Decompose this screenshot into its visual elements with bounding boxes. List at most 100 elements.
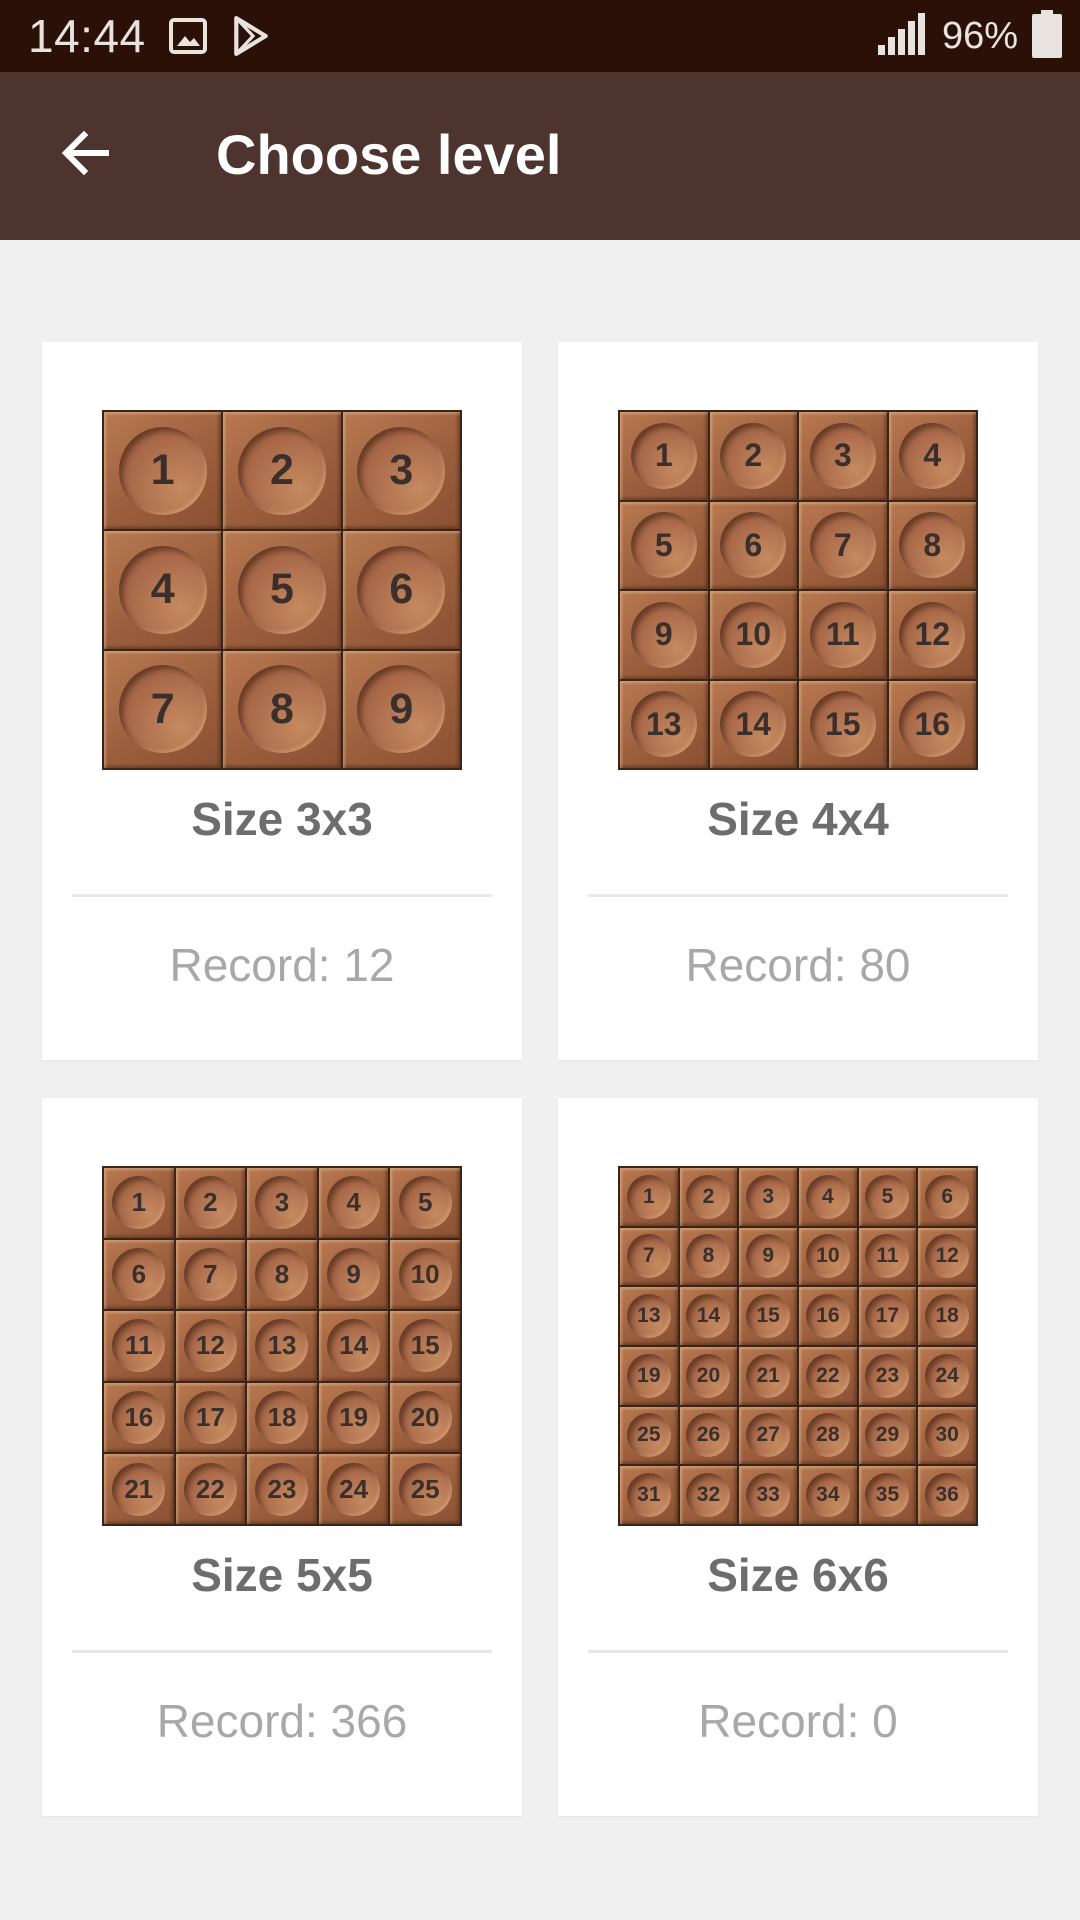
level-size-label: Size 3x3 (191, 793, 373, 845)
puzzle-tile: 8 (679, 1227, 738, 1286)
puzzle-tile: 5 (858, 1168, 917, 1226)
puzzle-tile: 30 (918, 1406, 976, 1465)
puzzle-tile: 8 (223, 650, 341, 768)
puzzle-tile: 20 (390, 1382, 460, 1453)
puzzle-tile: 21 (739, 1347, 797, 1405)
puzzle-preview: 1 2 3 4 5 6 7 8 9 10 11 12 13 14 15 16 (618, 410, 978, 770)
play-store-icon (230, 15, 272, 57)
puzzle-tile: 18 (918, 1287, 976, 1345)
puzzle-tile: 22 (799, 1347, 857, 1405)
puzzle-tile: 23 (247, 1454, 317, 1524)
puzzle-tile: 28 (799, 1406, 857, 1465)
puzzle-tile: 36 (918, 1466, 976, 1524)
puzzle-tile: 17 (175, 1382, 246, 1453)
puzzle-tile: 4 (888, 412, 976, 500)
level-size-label: Size 6x6 (707, 1549, 889, 1601)
puzzle-tile: 17 (858, 1287, 917, 1345)
puzzle-tile: 35 (858, 1466, 917, 1524)
puzzle-tile: 7 (620, 1227, 678, 1286)
puzzle-tile: 15 (799, 680, 887, 768)
puzzle-tile: 10 (799, 1227, 857, 1286)
puzzle-tile: 4 (104, 531, 222, 649)
puzzle-tile: 1 (620, 1168, 678, 1226)
puzzle-tile: 26 (679, 1406, 738, 1465)
puzzle-tile: 16 (799, 1287, 857, 1345)
battery-icon (1032, 9, 1062, 63)
puzzle-tile: 24 (918, 1347, 976, 1405)
divider (72, 894, 492, 897)
puzzle-tile: 1 (104, 412, 222, 530)
puzzle-tile: 25 (620, 1406, 678, 1465)
signal-icon (876, 11, 928, 62)
level-grid: 123456789 Size 3x3 Record: 12 1234567891… (42, 342, 1038, 1816)
level-card-4x4[interactable]: 1 2 3 4 5 6 7 8 9 10 11 12 13 14 15 16 Size 4x4 Record:… (558, 342, 1038, 1060)
puzzle-tile: 9 (739, 1227, 797, 1286)
puzzle-tile: 9 (342, 650, 460, 768)
puzzle-tile: 12 (175, 1311, 246, 1381)
puzzle-tile: 11 (104, 1311, 174, 1381)
puzzle-tile: 16 (888, 680, 976, 768)
puzzle-tile: 1 (620, 412, 708, 500)
puzzle-tile: 13 (620, 680, 708, 768)
level-record: Record: 366 (156, 1695, 408, 1747)
level-card-3x3[interactable]: 123 456 789 Size 3x3 Record: 12 (42, 342, 522, 1060)
puzzle-tile: 6 (104, 1239, 174, 1310)
puzzle-tile: 6 (709, 501, 797, 589)
puzzle-tile: 19 (318, 1382, 389, 1453)
puzzle-tile: 5 (390, 1168, 460, 1238)
app-bar: Choose level (0, 72, 1080, 240)
puzzle-tile: 15 (390, 1311, 460, 1381)
divider (72, 1650, 492, 1653)
puzzle-tile: 18 (247, 1382, 317, 1453)
puzzle-tile: 9 (620, 591, 708, 679)
puzzle-tile: 7 (104, 650, 222, 768)
puzzle-tile: 14 (709, 680, 797, 768)
puzzle-tile: 32 (679, 1466, 738, 1524)
puzzle-tile: 10 (390, 1239, 460, 1310)
puzzle-tile: 16 (104, 1382, 174, 1453)
puzzle-tile: 8 (247, 1239, 317, 1310)
puzzle-tile: 24 (318, 1454, 389, 1524)
puzzle-tile: 31 (620, 1466, 678, 1524)
puzzle-tile: 20 (679, 1347, 738, 1405)
puzzle-tile: 14 (679, 1287, 738, 1345)
puzzle-tile: 27 (739, 1406, 797, 1465)
puzzle-tile: 21 (104, 1454, 174, 1524)
puzzle-tile: 23 (858, 1347, 917, 1405)
back-button[interactable] (40, 110, 130, 200)
image-icon (168, 16, 208, 56)
puzzle-tile: 11 (799, 591, 887, 679)
status-bar: 14:44 96% (0, 0, 1080, 72)
puzzle-tile: 5 (620, 501, 708, 589)
back-arrow-icon (58, 126, 112, 185)
puzzle-tile: 33 (739, 1466, 797, 1524)
level-record: Record: 80 (685, 939, 911, 991)
puzzle-tile: 2 (223, 412, 341, 530)
puzzle-tile: 6 (918, 1168, 976, 1226)
divider (588, 1650, 1008, 1653)
level-size-label: Size 5x5 (191, 1549, 373, 1601)
battery-percent: 96% (941, 14, 1018, 57)
puzzle-tile: 9 (318, 1239, 389, 1310)
level-record: Record: 0 (698, 1695, 898, 1747)
level-card-5x5[interactable]: 1 2 3 4 5 6 7 8 9 10 11 12 13 14 15 16 17 18 19 20 21 22 23 24 2… (42, 1098, 522, 1816)
level-size-label: Size 4x4 (707, 793, 889, 845)
puzzle-tile: 7 (799, 501, 887, 589)
puzzle-tile: 7 (175, 1239, 246, 1310)
puzzle-tile: 4 (318, 1168, 389, 1238)
page-title: Choose level (216, 123, 562, 186)
puzzle-tile: 14 (318, 1311, 389, 1381)
level-card-6x6[interactable]: 1 2 3 4 5 6 7 8 9 10 11 12 13 14 15 16 17 18 19 20 21 22 23 24 2… (558, 1098, 1038, 1816)
puzzle-tile: 10 (709, 591, 797, 679)
puzzle-tile: 25 (390, 1454, 460, 1524)
puzzle-tile: 12 (918, 1227, 976, 1286)
divider (588, 894, 1008, 897)
puzzle-tile: 13 (247, 1311, 317, 1381)
puzzle-tile: 22 (175, 1454, 246, 1524)
puzzle-tile: 3 (342, 412, 460, 530)
puzzle-tile: 6 (342, 531, 460, 649)
puzzle-tile: 1 (104, 1168, 174, 1238)
puzzle-preview: 123 456 789 (102, 410, 462, 770)
puzzle-tile: 19 (620, 1347, 678, 1405)
puzzle-tile: 4 (799, 1168, 857, 1226)
